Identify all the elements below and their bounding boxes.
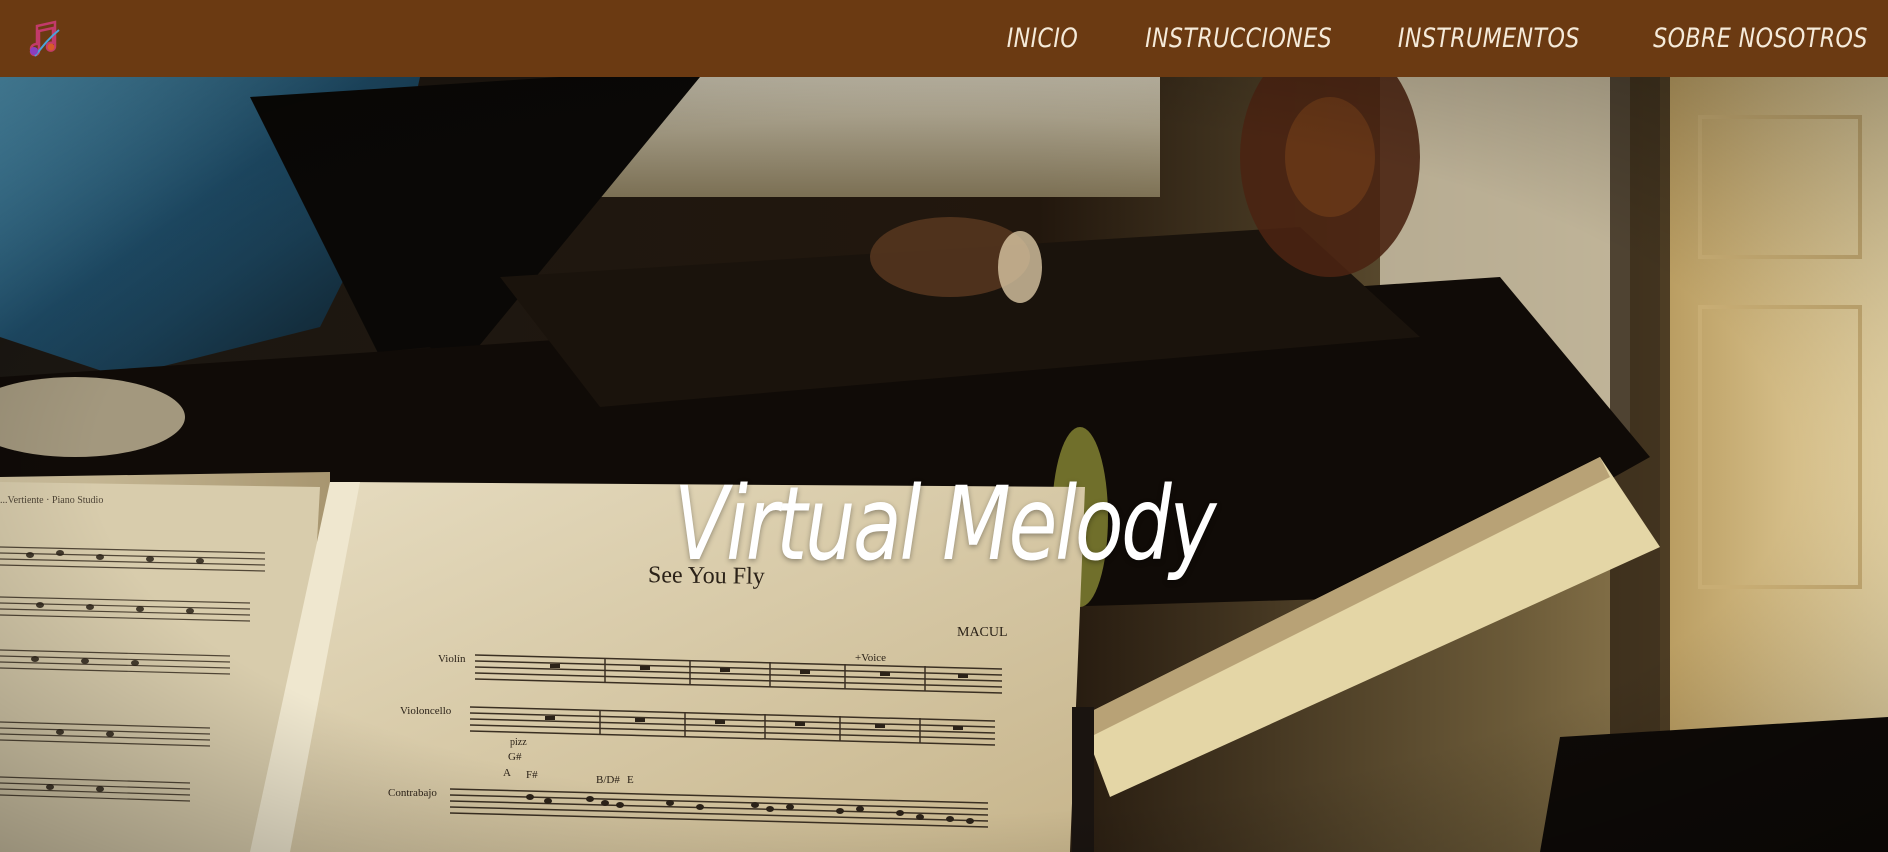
sheet-chord-a: A <box>503 767 511 779</box>
sheet-staff-violin: Violín <box>438 653 466 665</box>
nav-link-inicio[interactable]: INICIO <box>1007 23 1079 54</box>
sheet-chord-e: E <box>627 774 634 786</box>
sheet-staff-violoncello: Violoncello <box>400 705 452 717</box>
sheet-composer: MACUL <box>957 625 1008 640</box>
top-navbar: INICIO INSTRUCCIONES INSTRUMENTOS SOBRE … <box>0 0 1888 77</box>
main-nav: INICIO INSTRUCCIONES INSTRUMENTOS SOBRE … <box>991 23 1868 54</box>
sheet-chord-b-d-sharp: B/D# <box>596 774 620 786</box>
nav-link-instrumentos[interactable]: INSTRUMENTOS <box>1398 23 1580 54</box>
sheet-chord-pizz: pizz <box>510 737 527 748</box>
sheet-left-page-header: ...Vertiente · Piano Studio <box>0 495 104 506</box>
hero-title: Virtual Melody <box>673 465 1217 584</box>
music-note-logo-icon[interactable] <box>20 15 68 63</box>
nav-link-sobre-nosotros[interactable]: SOBRE NOSOTROS <box>1653 23 1868 54</box>
sheet-chord-g-sharp: G# <box>508 751 522 763</box>
sheet-staff-contrabajo: Contrabajo <box>388 787 437 799</box>
nav-link-instrucciones[interactable]: INSTRUCCIONES <box>1145 23 1332 54</box>
sheet-chord-f-sharp: F# <box>526 769 538 781</box>
sheet-voice-mark: +Voice <box>855 652 887 664</box>
hero-section: See You Fly MACUL +Voice Violín Violonce… <box>0 77 1888 852</box>
